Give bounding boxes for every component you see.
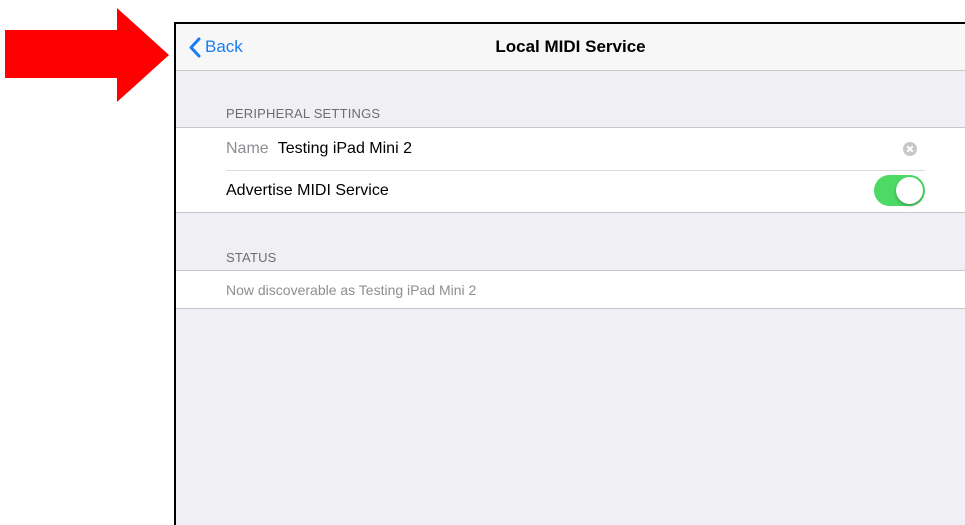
screenshot-canvas: Back Local MIDI Service PERIPHERAL SETTI…	[0, 0, 965, 525]
page-title: Local MIDI Service	[495, 37, 646, 56]
advertise-midi-toggle[interactable]	[874, 175, 925, 206]
back-button-label: Back	[205, 37, 243, 56]
status-text: Now discoverable as Testing iPad Mini 2	[226, 281, 477, 298]
toggle-knob	[896, 177, 923, 204]
chevron-left-icon	[189, 37, 201, 57]
red-arrow-right-icon	[5, 8, 169, 102]
advertise-midi-row: Advertise MIDI Service	[176, 170, 965, 212]
name-input[interactable]	[277, 140, 838, 158]
section-header-status: STATUS	[226, 250, 277, 265]
name-label: Name	[226, 140, 269, 157]
clear-text-icon[interactable]	[903, 142, 917, 156]
peripheral-settings-group: Name Advertise MIDI Service	[176, 127, 965, 213]
advertise-midi-label: Advertise MIDI Service	[226, 182, 389, 199]
status-group: Now discoverable as Testing iPad Mini 2	[176, 270, 965, 309]
section-header-peripheral-settings: PERIPHERAL SETTINGS	[226, 106, 381, 121]
status-row: Now discoverable as Testing iPad Mini 2	[176, 271, 965, 308]
name-row: Name	[176, 128, 965, 170]
back-button[interactable]: Back	[188, 24, 243, 70]
navigation-bar: Back Local MIDI Service	[176, 24, 965, 71]
ipad-screen: Back Local MIDI Service PERIPHERAL SETTI…	[174, 22, 965, 525]
